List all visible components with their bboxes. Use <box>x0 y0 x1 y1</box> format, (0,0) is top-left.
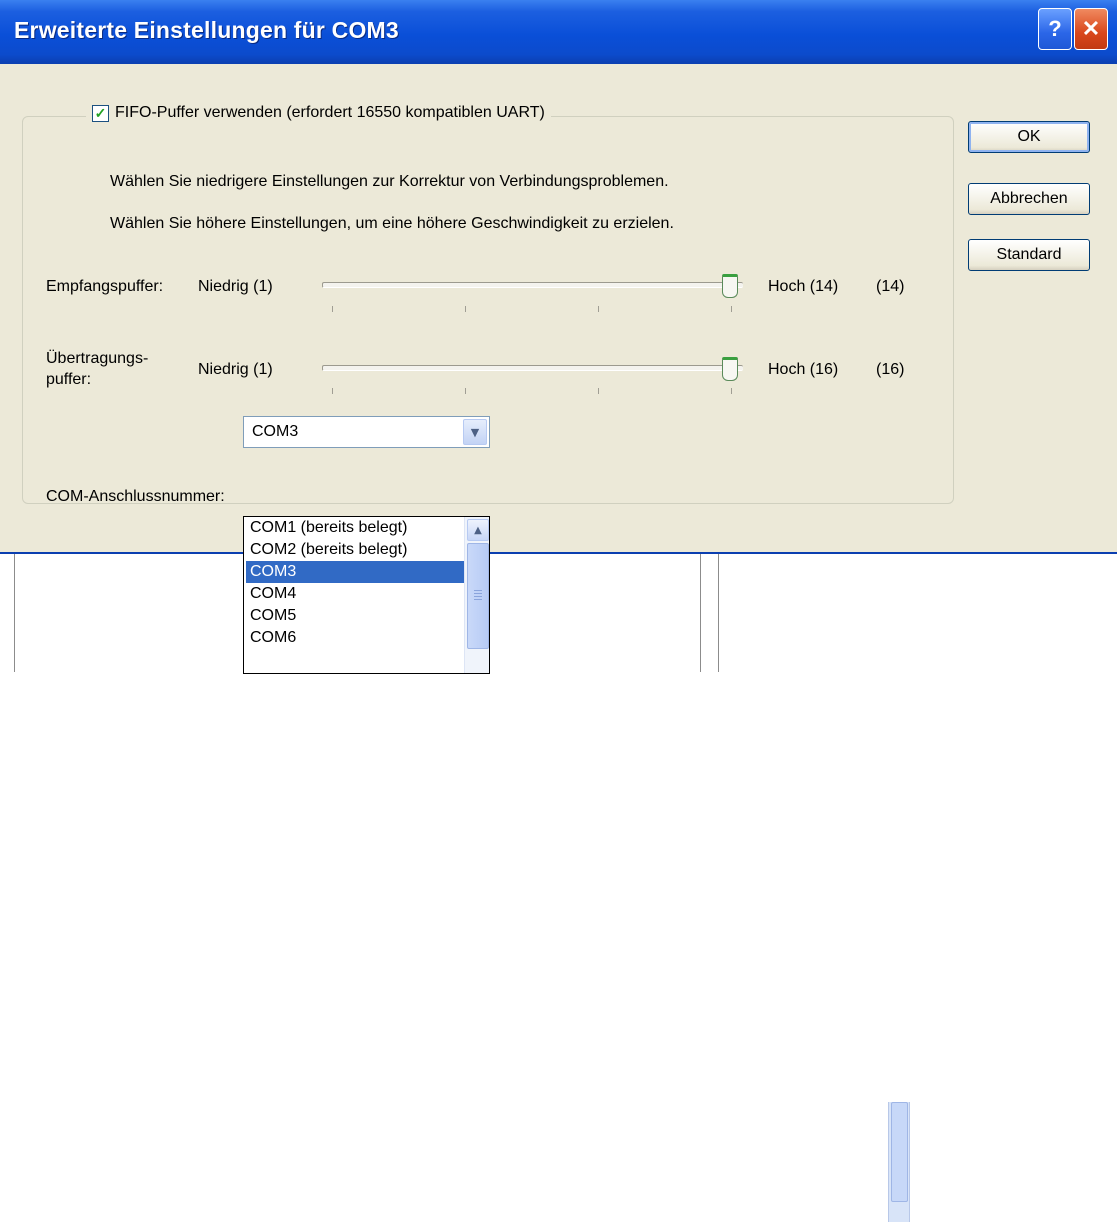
receive-buffer-min-label: Niedrig (1) <box>198 278 273 295</box>
receive-buffer-tick <box>731 306 732 312</box>
transmit-buffer-tick <box>731 388 732 394</box>
background-border <box>700 550 701 672</box>
fifo-checkbox-row[interactable]: ✓ FIFO-Puffer verwenden (erfordert 16550… <box>86 104 551 122</box>
receive-buffer-tick <box>465 306 466 312</box>
transmit-buffer-tick <box>332 388 333 394</box>
dropdown-arrow-button[interactable]: ▼ <box>463 419 487 445</box>
scroll-up-button[interactable]: ▲ <box>467 519 489 541</box>
scrollbar-thumb[interactable] <box>467 543 489 649</box>
grip-line <box>474 593 482 594</box>
com-port-option[interactable]: COM6 <box>246 627 466 649</box>
background-border <box>14 550 15 672</box>
receive-buffer-tick <box>332 306 333 312</box>
cancel-button[interactable]: Abbrechen <box>968 183 1090 215</box>
transmit-buffer-label-line2: puffer: <box>46 371 92 388</box>
com-port-combobox[interactable]: COM3 ▼ <box>243 416 490 448</box>
transmit-buffer-value: (16) <box>876 361 905 378</box>
background-scrollbar-thumb[interactable] <box>891 1102 908 1202</box>
chevron-up-icon: ▲ <box>474 524 482 536</box>
transmit-buffer-tick <box>598 388 599 394</box>
com-port-value: COM3 <box>252 423 299 440</box>
hint-lower: Wählen Sie niedrigere Einstellungen zur … <box>110 173 669 190</box>
close-button[interactable]: ✕ <box>1074 8 1108 50</box>
close-icon: ✕ <box>1081 16 1101 41</box>
dropdown-scrollbar[interactable]: ▲ <box>464 517 489 673</box>
transmit-buffer-track[interactable] <box>322 365 743 371</box>
help-icon: ? <box>1048 16 1062 41</box>
default-button[interactable]: Standard <box>968 239 1090 271</box>
grip-line <box>474 590 482 591</box>
com-port-option-selected[interactable]: COM3 <box>246 561 466 583</box>
background-window <box>0 550 1117 1222</box>
background-scrollbar[interactable] <box>888 1102 910 1222</box>
grip-line <box>474 596 482 597</box>
ok-button[interactable]: OK <box>968 121 1090 153</box>
background-border <box>718 550 719 672</box>
receive-buffer-label: Empfangspuffer: <box>46 278 164 295</box>
receive-buffer-slider-thumb[interactable] <box>722 274 738 298</box>
chevron-down-icon: ▼ <box>470 425 480 439</box>
com-port-option[interactable]: COM2 (bereits belegt) <box>246 539 466 561</box>
advanced-settings-dialog: Erweiterte Einstellungen für COM3 ? ✕ ✓ … <box>0 0 1117 554</box>
com-port-dropdown-list[interactable]: COM1 (bereits belegt) COM2 (bereits bele… <box>243 516 490 674</box>
hint-higher: Wählen Sie höhere Einstellungen, um eine… <box>110 215 674 232</box>
help-button[interactable]: ? <box>1038 8 1072 50</box>
title-bar[interactable]: Erweiterte Einstellungen für COM3 ? ✕ <box>0 0 1117 64</box>
transmit-buffer-tick <box>465 388 466 394</box>
com-port-option[interactable]: COM4 <box>246 583 466 605</box>
transmit-buffer-max-label: Hoch (16) <box>768 361 839 378</box>
receive-buffer-max-label: Hoch (14) <box>768 278 839 295</box>
com-port-label: COM-Anschlussnummer: <box>46 488 225 505</box>
transmit-buffer-min-label: Niedrig (1) <box>198 361 273 378</box>
com-port-option[interactable]: COM1 (bereits belegt) <box>246 517 466 539</box>
transmit-buffer-label-line1: Übertragungs- <box>46 350 149 367</box>
fifo-checkbox[interactable]: ✓ <box>92 104 109 122</box>
receive-buffer-track[interactable] <box>322 282 743 288</box>
receive-buffer-tick <box>598 306 599 312</box>
fifo-label: FIFO-Puffer verwenden (erfordert 16550 k… <box>115 104 545 121</box>
checkmark-icon: ✓ <box>94 105 107 121</box>
dialog-body: ✓ FIFO-Puffer verwenden (erfordert 16550… <box>0 64 1117 554</box>
transmit-buffer-slider-thumb[interactable] <box>722 357 738 381</box>
receive-buffer-value: (14) <box>876 278 905 295</box>
dialog-title: Erweiterte Einstellungen für COM3 <box>14 17 399 43</box>
grip-line <box>474 599 482 600</box>
com-port-option[interactable]: COM5 <box>246 605 466 627</box>
